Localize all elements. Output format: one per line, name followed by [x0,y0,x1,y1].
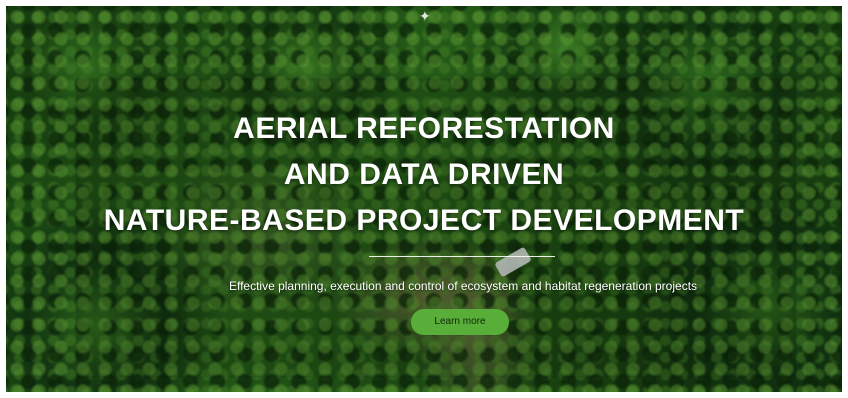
hero-headline-line-1: AERIAL REFORESTATION [233,112,615,145]
learn-more-button[interactable]: Learn more [411,309,509,335]
hero-headline-line-2: AND DATA DRIVEN [283,158,565,191]
bird-icon: ✦ [419,8,431,24]
hero-headline-line-3: NATURE-BASED PROJECT DEVELOPMENT [103,204,745,237]
hero-subtitle: Effective planning, execution and contro… [228,279,698,293]
headline-divider [369,256,555,257]
